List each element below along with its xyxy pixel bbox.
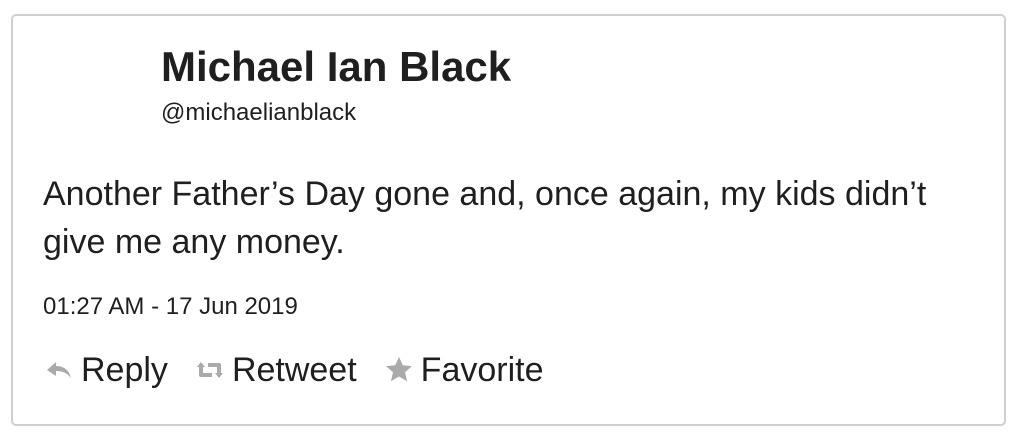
tweet-timestamp[interactable]: 01:27 AM - 17 Jun 2019	[43, 292, 298, 322]
favorite-label: Favorite	[420, 351, 544, 389]
favorite-button[interactable]: Favorite	[383, 350, 544, 390]
avatar[interactable]	[43, 40, 143, 140]
tweet-actions: Reply Retweet Favorite	[43, 348, 570, 392]
tweet-text: Another Father’s Day gone and, once agai…	[43, 175, 927, 261]
reply-icon	[43, 354, 75, 386]
reply-button[interactable]: Reply	[43, 350, 168, 390]
retweet-label: Retweet	[231, 351, 357, 389]
author-handle[interactable]: @michaelianblack	[161, 98, 356, 128]
retweet-button[interactable]: Retweet	[194, 350, 357, 390]
reply-label: Reply	[81, 351, 168, 389]
author-name[interactable]: Michael Ian Black	[161, 42, 511, 92]
retweet-icon	[194, 354, 226, 386]
tweet-card: Michael Ian Black @michaelianblack Anoth…	[11, 14, 1006, 426]
star-icon	[383, 354, 415, 386]
